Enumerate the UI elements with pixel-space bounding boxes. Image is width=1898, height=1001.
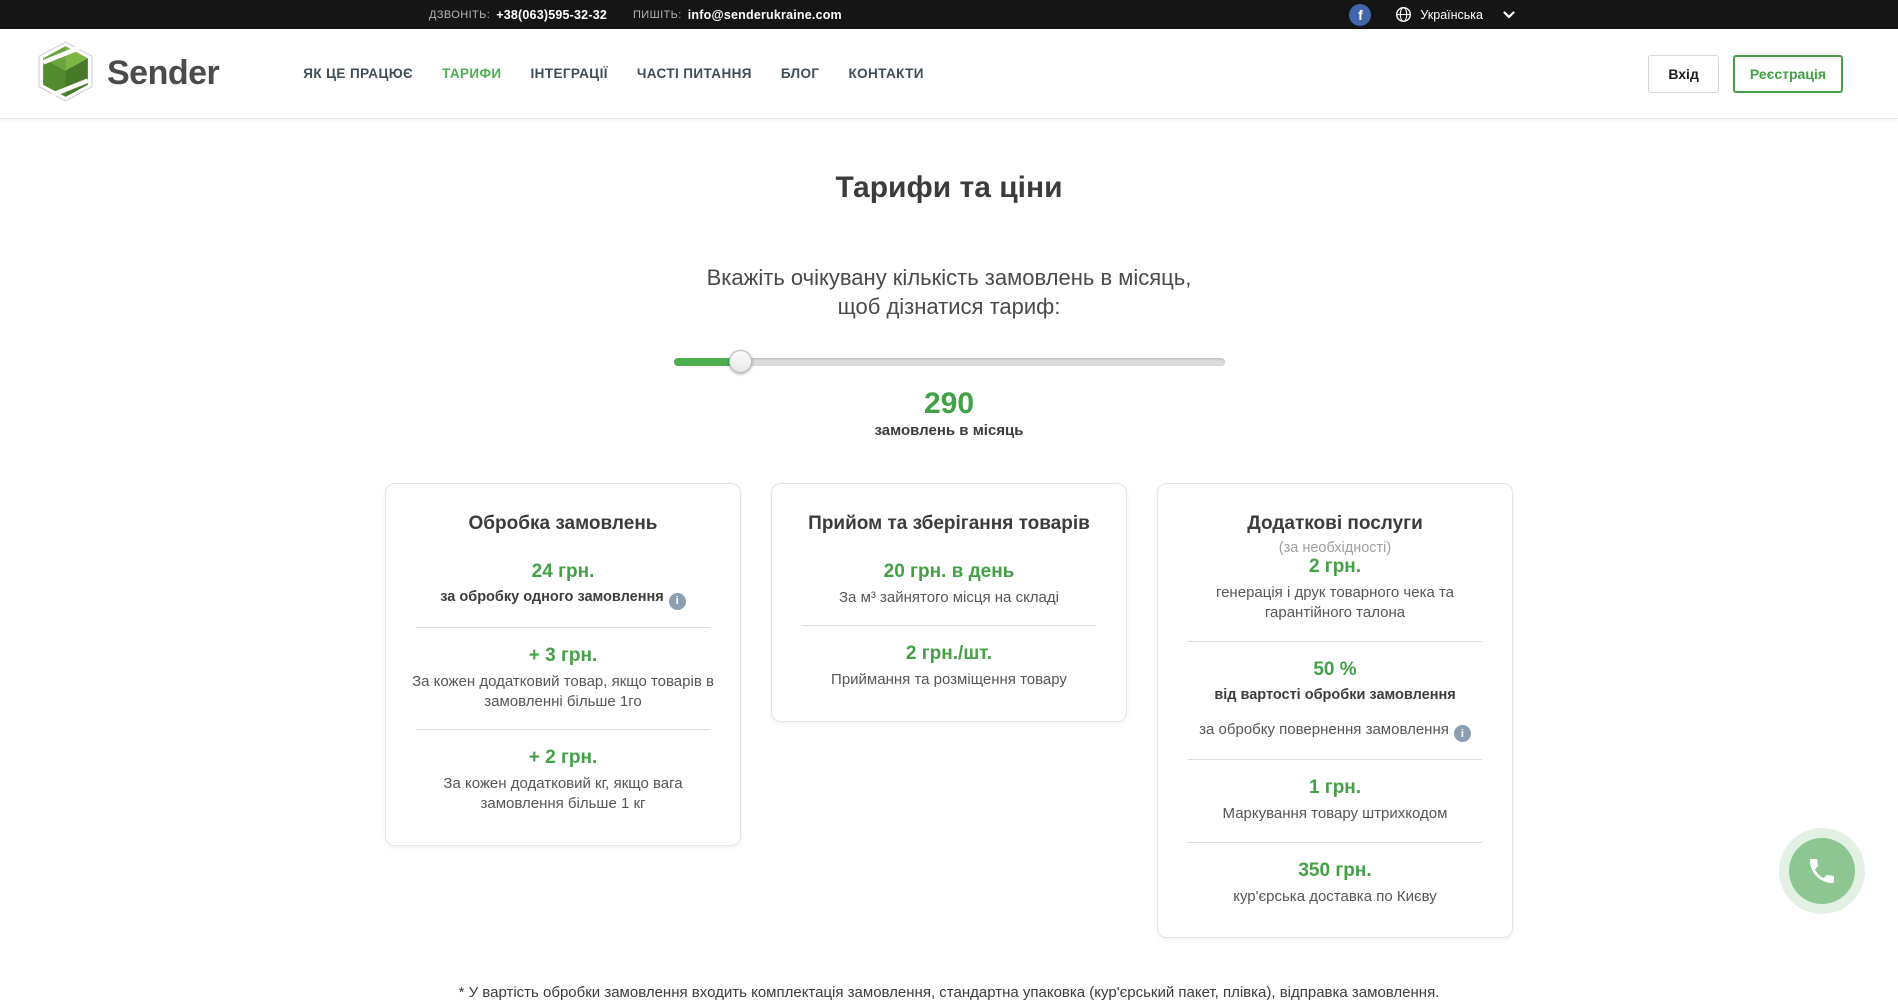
price-value: 20 грн. в день	[788, 561, 1110, 583]
page-title: Тарифи та ціни	[0, 171, 1898, 205]
price-description-text: за обробку повернення замовлення	[1199, 721, 1449, 738]
divider	[1188, 842, 1482, 843]
main-nav: ЯК ЦЕ ПРАЦЮЄ ТАРИФИ ІНТЕГРАЦІЇ ЧАСТІ ПИТ…	[303, 66, 924, 81]
orders-count-label: замовлень в місяць	[0, 422, 1898, 439]
price-description: За кожен додатковий товар, якщо товарів …	[402, 672, 724, 713]
orders-count: 290	[0, 387, 1898, 421]
card-title: Додаткові послуги	[1174, 513, 1496, 535]
pricing-section: Тарифи та ціни Вкажіть очікувану кількіс…	[0, 171, 1898, 1001]
divider	[416, 729, 710, 730]
sender-logo-icon	[37, 41, 94, 107]
info-icon[interactable]: i	[669, 593, 686, 610]
facebook-icon[interactable]: f	[1349, 4, 1371, 26]
call-fab-inner	[1789, 838, 1855, 904]
price-description: За м³ зайнятого місця на складі	[788, 588, 1110, 608]
slider-prompt-line2: щоб дізнатися тариф:	[0, 292, 1898, 321]
slider-prompt-line1: Вкажіть очікувану кількість замовлень в …	[0, 263, 1898, 292]
price-value: 1 грн.	[1174, 777, 1496, 799]
call-fab[interactable]	[1779, 828, 1865, 914]
email-address[interactable]: info@senderukraine.com	[688, 8, 842, 22]
card-order-processing: Обробка замовлень 24 грн. за обробку одн…	[385, 483, 741, 846]
price-value: + 2 грн.	[402, 747, 724, 769]
price-item: 2 грн. генерація і друк товарного чека т…	[1174, 556, 1496, 624]
topbar: ДЗВОНІТЬ: +38(063)595-32-32 ПИШІТЬ: info…	[0, 0, 1898, 29]
price-description: Приймання та розміщення товару	[788, 670, 1110, 690]
price-item: + 3 грн. За кожен додатковий товар, якщо…	[402, 645, 724, 713]
price-item: 50 % від вартості обробки замовлення за …	[1174, 659, 1496, 743]
pricing-footnote: * У вартість обробки замовлення входить …	[0, 984, 1898, 1001]
price-item: 1 грн. Маркування товару штрихкодом	[1174, 777, 1496, 824]
nav-item-faq[interactable]: ЧАСТІ ПИТАННЯ	[637, 66, 752, 81]
nav-item-how-it-works[interactable]: ЯК ЦЕ ПРАЦЮЄ	[303, 66, 413, 81]
price-description: За кожен додатковий кг, якщо вага замовл…	[402, 774, 724, 815]
call-label: ДЗВОНІТЬ:	[429, 9, 490, 21]
pricing-cards: Обробка замовлень 24 грн. за обробку одн…	[0, 483, 1898, 938]
header: Sender ЯК ЦЕ ПРАЦЮЄ ТАРИФИ ІНТЕГРАЦІЇ ЧА…	[0, 29, 1898, 119]
nav-item-integrations[interactable]: ІНТЕГРАЦІЇ	[531, 66, 608, 81]
divider	[1188, 641, 1482, 642]
phone-number[interactable]: +38(063)595-32-32	[496, 8, 607, 22]
brand-logo[interactable]: Sender	[37, 41, 219, 107]
orders-slider[interactable]	[674, 358, 1225, 366]
globe-icon	[1395, 6, 1412, 23]
chevron-down-icon[interactable]	[1503, 11, 1515, 19]
write-label: ПИШІТЬ:	[633, 9, 682, 21]
language-selector[interactable]: Українська	[1420, 8, 1483, 22]
phone-icon	[1806, 855, 1838, 887]
card-receiving-storage: Прийом та зберігання товарів 20 грн. в д…	[771, 483, 1127, 722]
login-button[interactable]: Вхід	[1648, 55, 1719, 93]
contact-group: ДЗВОНІТЬ: +38(063)595-32-32 ПИШІТЬ: info…	[429, 8, 842, 22]
price-description: Маркування товару штрихкодом	[1174, 804, 1496, 824]
nav-item-tariffs[interactable]: ТАРИФИ	[442, 66, 501, 81]
price-description: за обробку повернення замовлення i	[1174, 720, 1496, 743]
divider	[1188, 759, 1482, 760]
price-value: + 3 грн.	[402, 645, 724, 667]
price-label: від вартості обробки замовлення	[1174, 687, 1496, 703]
nav-item-contacts[interactable]: КОНТАКТИ	[848, 66, 923, 81]
email-contact: ПИШІТЬ: info@senderukraine.com	[633, 8, 842, 22]
price-item: 24 грн. за обробку одного замовлення i	[402, 561, 724, 610]
card-additional-services: Додаткові послуги (за необхідності) 2 гр…	[1157, 483, 1513, 938]
price-value: 2 грн.	[1174, 556, 1496, 578]
price-description: генерація і друк товарного чека та гаран…	[1174, 583, 1496, 624]
phone-contact: ДЗВОНІТЬ: +38(063)595-32-32	[429, 8, 607, 22]
card-title: Прийом та зберігання товарів	[788, 513, 1110, 535]
price-label: за обробку одного замовлення i	[402, 589, 724, 610]
card-subtitle: (за необхідності)	[1174, 540, 1496, 556]
price-label-text: за обробку одного замовлення	[440, 589, 663, 605]
brand-name: Sender	[107, 54, 219, 93]
price-description: кур'єрська доставка по Києву	[1174, 887, 1496, 907]
price-item: 350 грн. кур'єрська доставка по Києву	[1174, 860, 1496, 907]
register-button[interactable]: Реєстрація	[1733, 55, 1843, 93]
price-item: 2 грн./шт. Приймання та розміщення товар…	[788, 643, 1110, 690]
price-value: 2 грн./шт.	[788, 643, 1110, 665]
info-icon[interactable]: i	[1454, 725, 1471, 742]
price-item: + 2 грн. За кожен додатковий кг, якщо ва…	[402, 747, 724, 815]
price-value: 24 грн.	[402, 561, 724, 583]
slider-thumb[interactable]	[729, 350, 752, 373]
price-value: 50 %	[1174, 659, 1496, 681]
card-title: Обробка замовлень	[402, 513, 724, 535]
price-value: 350 грн.	[1174, 860, 1496, 882]
nav-item-blog[interactable]: БЛОГ	[781, 66, 820, 81]
slider-prompt: Вкажіть очікувану кількість замовлень в …	[0, 263, 1898, 321]
price-item: 20 грн. в день За м³ зайнятого місця на …	[788, 561, 1110, 608]
divider	[416, 627, 710, 628]
divider	[802, 625, 1096, 626]
